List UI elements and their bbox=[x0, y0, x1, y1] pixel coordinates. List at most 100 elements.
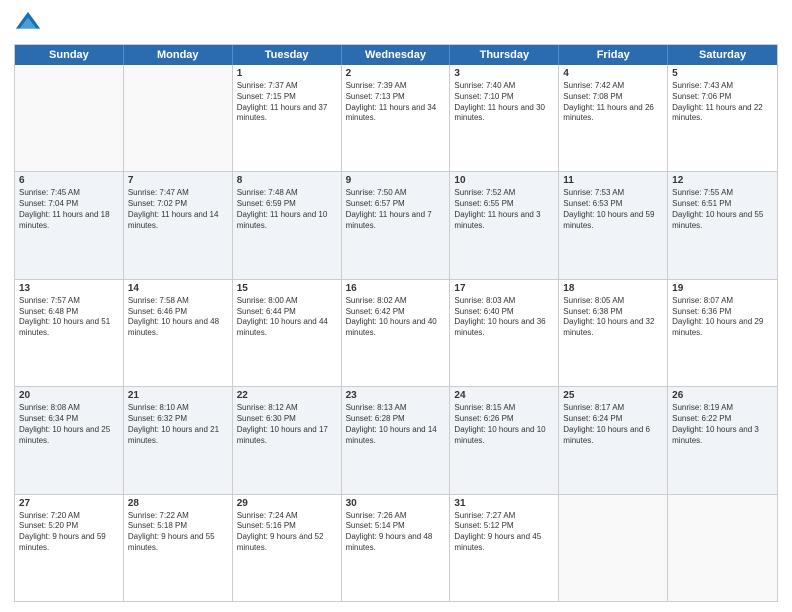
day-number: 24 bbox=[454, 390, 554, 401]
page: SundayMondayTuesdayWednesdayThursdayFrid… bbox=[0, 0, 792, 612]
day-info: Sunrise: 8:15 AM Sunset: 6:26 PM Dayligh… bbox=[454, 403, 554, 446]
calendar: SundayMondayTuesdayWednesdayThursdayFrid… bbox=[14, 44, 778, 602]
day-number: 15 bbox=[237, 283, 337, 294]
day-info: Sunrise: 7:53 AM Sunset: 6:53 PM Dayligh… bbox=[563, 188, 663, 231]
day-cell-5: 5 Sunrise: 7:43 AM Sunset: 7:06 PM Daylig… bbox=[668, 65, 777, 171]
empty-cell bbox=[559, 495, 668, 601]
calendar-row-2: 13Sunrise: 7:57 AM Sunset: 6:48 PM Dayli… bbox=[15, 280, 777, 387]
day-info: Sunrise: 7:52 AM Sunset: 6:55 PM Dayligh… bbox=[454, 188, 554, 231]
day-cell-1: 1Sunrise: 7:37 AM Sunset: 7:15 PM Daylig… bbox=[233, 65, 342, 171]
day-cell-20: 20Sunrise: 8:08 AM Sunset: 6:34 PM Dayli… bbox=[15, 387, 124, 493]
day-cell-21: 21 Sunrise: 8:10 AM Sunset: 6:32 PM Dayli… bbox=[124, 387, 233, 493]
day-info: Sunrise: 7:45 AM Sunset: 7:04 PM Dayligh… bbox=[19, 188, 119, 231]
day-cell-8: 8Sunrise: 7:48 AM Sunset: 6:59 PM Daylig… bbox=[233, 172, 342, 278]
day-number: 10 bbox=[454, 175, 554, 186]
day-info: Sunrise: 7:37 AM Sunset: 7:15 PM Dayligh… bbox=[237, 81, 337, 124]
day-number: 18 bbox=[563, 283, 663, 294]
day-info: Sunrise: 8:07 AM Sunset: 6:36 PM Dayligh… bbox=[672, 296, 773, 339]
header-day-monday: Monday bbox=[124, 45, 233, 65]
day-info: Sunrise: 7:57 AM Sunset: 6:48 PM Dayligh… bbox=[19, 296, 119, 339]
day-cell-4: 4 Sunrise: 7:42 AM Sunset: 7:08 PM Daylig… bbox=[559, 65, 668, 171]
day-info: Sunrise: 7:55 AM Sunset: 6:51 PM Dayligh… bbox=[672, 188, 773, 231]
day-number: 22 bbox=[237, 390, 337, 401]
day-info: Sunrise: 7:43 AM Sunset: 7:06 PM Dayligh… bbox=[672, 81, 773, 124]
day-number: 4 bbox=[563, 68, 663, 79]
header-day-sunday: Sunday bbox=[15, 45, 124, 65]
day-info: Sunrise: 7:40 AM Sunset: 7:10 PM Dayligh… bbox=[454, 81, 554, 124]
day-cell-17: 17Sunrise: 8:03 AM Sunset: 6:40 PM Dayli… bbox=[450, 280, 559, 386]
day-cell-15: 15 Sunrise: 8:00 AM Sunset: 6:44 PM Dayli… bbox=[233, 280, 342, 386]
day-cell-2: 2 Sunrise: 7:39 AM Sunset: 7:13 PM Daylig… bbox=[342, 65, 451, 171]
day-cell-29: 29 Sunrise: 7:24 AM Sunset: 5:16 PM Dayli… bbox=[233, 495, 342, 601]
day-info: Sunrise: 7:39 AM Sunset: 7:13 PM Dayligh… bbox=[346, 81, 446, 124]
logo bbox=[14, 10, 46, 38]
day-number: 7 bbox=[128, 175, 228, 186]
day-number: 19 bbox=[672, 283, 773, 294]
day-number: 23 bbox=[346, 390, 446, 401]
day-cell-30: 30Sunrise: 7:26 AM Sunset: 5:14 PM Dayli… bbox=[342, 495, 451, 601]
day-cell-19: 19 Sunrise: 8:07 AM Sunset: 6:36 PM Dayli… bbox=[668, 280, 777, 386]
day-number: 29 bbox=[237, 498, 337, 509]
day-number: 5 bbox=[672, 68, 773, 79]
logo-icon bbox=[14, 10, 42, 38]
day-info: Sunrise: 7:42 AM Sunset: 7:08 PM Dayligh… bbox=[563, 81, 663, 124]
day-info: Sunrise: 8:03 AM Sunset: 6:40 PM Dayligh… bbox=[454, 296, 554, 339]
header-day-wednesday: Wednesday bbox=[342, 45, 451, 65]
day-cell-10: 10 Sunrise: 7:52 AM Sunset: 6:55 PM Dayli… bbox=[450, 172, 559, 278]
day-info: Sunrise: 7:27 AM Sunset: 5:12 PM Dayligh… bbox=[454, 511, 554, 554]
day-cell-6: 6 Sunrise: 7:45 AM Sunset: 7:04 PM Daylig… bbox=[15, 172, 124, 278]
day-info: Sunrise: 8:02 AM Sunset: 6:42 PM Dayligh… bbox=[346, 296, 446, 339]
day-cell-13: 13Sunrise: 7:57 AM Sunset: 6:48 PM Dayli… bbox=[15, 280, 124, 386]
day-number: 2 bbox=[346, 68, 446, 79]
day-info: Sunrise: 8:12 AM Sunset: 6:30 PM Dayligh… bbox=[237, 403, 337, 446]
day-cell-28: 28 Sunrise: 7:22 AM Sunset: 5:18 PM Dayli… bbox=[124, 495, 233, 601]
day-cell-18: 18Sunrise: 8:05 AM Sunset: 6:38 PM Dayli… bbox=[559, 280, 668, 386]
calendar-row-0: 1Sunrise: 7:37 AM Sunset: 7:15 PM Daylig… bbox=[15, 65, 777, 172]
day-cell-7: 7 Sunrise: 7:47 AM Sunset: 7:02 PM Daylig… bbox=[124, 172, 233, 278]
header bbox=[14, 10, 778, 38]
empty-cell bbox=[15, 65, 124, 171]
header-day-saturday: Saturday bbox=[668, 45, 777, 65]
day-number: 25 bbox=[563, 390, 663, 401]
empty-cell bbox=[124, 65, 233, 171]
day-cell-24: 24 Sunrise: 8:15 AM Sunset: 6:26 PM Dayli… bbox=[450, 387, 559, 493]
day-number: 9 bbox=[346, 175, 446, 186]
day-info: Sunrise: 7:47 AM Sunset: 7:02 PM Dayligh… bbox=[128, 188, 228, 231]
day-number: 14 bbox=[128, 283, 228, 294]
day-info: Sunrise: 7:58 AM Sunset: 6:46 PM Dayligh… bbox=[128, 296, 228, 339]
day-info: Sunrise: 7:26 AM Sunset: 5:14 PM Dayligh… bbox=[346, 511, 446, 554]
calendar-row-3: 20Sunrise: 8:08 AM Sunset: 6:34 PM Dayli… bbox=[15, 387, 777, 494]
day-cell-9: 9 Sunrise: 7:50 AM Sunset: 6:57 PM Daylig… bbox=[342, 172, 451, 278]
day-number: 6 bbox=[19, 175, 119, 186]
day-info: Sunrise: 8:17 AM Sunset: 6:24 PM Dayligh… bbox=[563, 403, 663, 446]
day-cell-12: 12 Sunrise: 7:55 AM Sunset: 6:51 PM Dayli… bbox=[668, 172, 777, 278]
day-cell-23: 23 Sunrise: 8:13 AM Sunset: 6:28 PM Dayli… bbox=[342, 387, 451, 493]
day-cell-31: 31 Sunrise: 7:27 AM Sunset: 5:12 PM Dayli… bbox=[450, 495, 559, 601]
day-cell-16: 16Sunrise: 8:02 AM Sunset: 6:42 PM Dayli… bbox=[342, 280, 451, 386]
day-number: 12 bbox=[672, 175, 773, 186]
calendar-row-4: 27Sunrise: 7:20 AM Sunset: 5:20 PM Dayli… bbox=[15, 495, 777, 601]
day-number: 21 bbox=[128, 390, 228, 401]
day-info: Sunrise: 8:00 AM Sunset: 6:44 PM Dayligh… bbox=[237, 296, 337, 339]
day-info: Sunrise: 7:50 AM Sunset: 6:57 PM Dayligh… bbox=[346, 188, 446, 231]
header-day-thursday: Thursday bbox=[450, 45, 559, 65]
day-info: Sunrise: 8:13 AM Sunset: 6:28 PM Dayligh… bbox=[346, 403, 446, 446]
day-cell-26: 26Sunrise: 8:19 AM Sunset: 6:22 PM Dayli… bbox=[668, 387, 777, 493]
day-number: 11 bbox=[563, 175, 663, 186]
day-number: 31 bbox=[454, 498, 554, 509]
day-cell-3: 3 Sunrise: 7:40 AM Sunset: 7:10 PM Daylig… bbox=[450, 65, 559, 171]
day-info: Sunrise: 7:22 AM Sunset: 5:18 PM Dayligh… bbox=[128, 511, 228, 554]
header-day-tuesday: Tuesday bbox=[233, 45, 342, 65]
day-number: 26 bbox=[672, 390, 773, 401]
header-day-friday: Friday bbox=[559, 45, 668, 65]
empty-cell bbox=[668, 495, 777, 601]
calendar-row-1: 6 Sunrise: 7:45 AM Sunset: 7:04 PM Daylig… bbox=[15, 172, 777, 279]
day-number: 3 bbox=[454, 68, 554, 79]
day-cell-25: 25 Sunrise: 8:17 AM Sunset: 6:24 PM Dayli… bbox=[559, 387, 668, 493]
day-number: 8 bbox=[237, 175, 337, 186]
day-number: 28 bbox=[128, 498, 228, 509]
day-number: 27 bbox=[19, 498, 119, 509]
day-info: Sunrise: 7:24 AM Sunset: 5:16 PM Dayligh… bbox=[237, 511, 337, 554]
day-info: Sunrise: 8:10 AM Sunset: 6:32 PM Dayligh… bbox=[128, 403, 228, 446]
day-info: Sunrise: 8:08 AM Sunset: 6:34 PM Dayligh… bbox=[19, 403, 119, 446]
